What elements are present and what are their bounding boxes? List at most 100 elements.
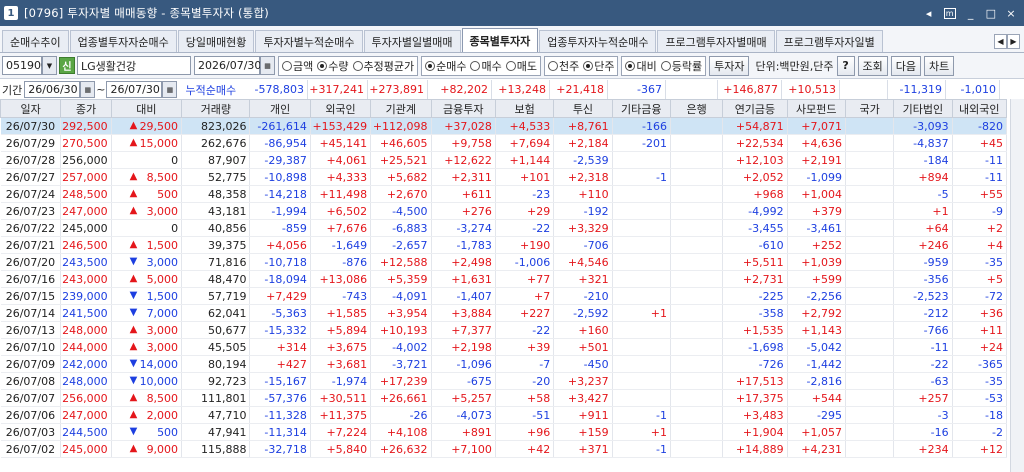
investor-value-cell: -20 [495, 372, 555, 390]
table-row[interactable]: 26/07/15239,0001,50057,719+7,429-743-4,0… [0, 287, 1008, 305]
column-header[interactable]: 연기금등 [722, 99, 788, 118]
help-button[interactable]: ? [836, 55, 855, 76]
investor-value-cell: +4,108 [370, 423, 432, 441]
tab-item[interactable]: 종목별투자자 [461, 28, 539, 52]
investor-button[interactable]: 투자자 [709, 55, 750, 76]
investor-table[interactable]: 일자 종가 대비 거래량 개인 외국인 기관계 금융투자 보험 투신 기타금융 은행 연기금등 사모펀드 국… [0, 99, 1024, 472]
column-header[interactable]: 은행 [669, 99, 724, 118]
tab-item[interactable]: 업종별투자자순매수 [69, 30, 177, 52]
radio-option[interactable]: 매도 [505, 58, 537, 74]
tab-item[interactable]: 업종투자자누적순매수 [539, 30, 657, 52]
window-number-badge[interactable]: 1 [4, 6, 18, 20]
investor-value-cell: -9 [952, 202, 1008, 220]
table-row[interactable]: 26/07/27257,0008,50052,775-10,898+4,333+… [0, 168, 1008, 186]
column-header[interactable]: 기관계 [370, 99, 432, 118]
tab-item[interactable]: 당일매매현황 [177, 30, 255, 52]
date-cell: 26/07/27 [0, 168, 62, 186]
radio-option[interactable]: 등락률 [660, 58, 702, 74]
table-row[interactable]: 26/07/22 245,000 0 40,856 -859 +7,676 -6,883 -3… [0, 219, 1008, 237]
table-row[interactable]: 26/07/23247,0003,00043,181-1,994+6,502-4… [0, 202, 1008, 220]
table-row[interactable]: 26/07/24248,50050048,358-14,218+11,498+2… [0, 185, 1008, 203]
investor-value-cell: +11,498 [310, 185, 372, 203]
column-header[interactable]: 일자 [0, 99, 62, 118]
column-header[interactable]: 거래량 [181, 99, 251, 118]
tab-scroll-right-icon[interactable]: ▶ [1007, 34, 1020, 49]
table-row[interactable]: 26/07/14241,5007,00062,041-5,363+1,585+3… [0, 304, 1008, 322]
column-header[interactable]: 종가 [60, 99, 112, 118]
radio-option[interactable]: 매수 [470, 58, 502, 74]
tab-item[interactable]: 프로그램투자자일별 [775, 30, 883, 52]
from-calendar-icon[interactable]: ▦ [80, 81, 96, 98]
column-header[interactable]: 기타금융 [611, 99, 671, 118]
investor-value-cell [670, 185, 724, 203]
table-row[interactable]: 26/07/16243,0005,00048,470-18,094+13,086… [0, 270, 1008, 288]
to-calendar-icon[interactable]: ▦ [162, 81, 178, 98]
column-header[interactable]: 투신 [553, 99, 613, 118]
radio-icon [282, 60, 292, 71]
tab-item[interactable]: 순매수추이 [2, 30, 69, 52]
cumulative-value: +82,202 [428, 80, 492, 99]
column-header[interactable]: 개인 [249, 99, 311, 118]
radio-icon [583, 60, 594, 71]
radio-option[interactable]: 대비 [625, 58, 657, 74]
investor-value-cell: -11 [952, 168, 1008, 186]
investor-value-cell: -1,994 [249, 202, 311, 220]
table-row[interactable]: 26/07/08248,00010,00092,723-15,167-1,974… [0, 372, 1008, 390]
column-header[interactable]: 대비 [110, 99, 183, 118]
memo-icon[interactable]: m [943, 7, 956, 19]
table-row[interactable]: 26/07/06247,0002,00047,710-11,328+11,375… [0, 406, 1008, 424]
maximize-button[interactable]: □ [986, 7, 996, 20]
radio-option[interactable]: 단주 [583, 58, 614, 74]
radio-option[interactable]: 수량 [317, 58, 349, 74]
investor-value-cell: -675 [431, 372, 496, 390]
table-row[interactable]: 26/07/30292,50029,500823,026-261,614+153… [0, 117, 1008, 135]
vertical-scrollbar[interactable] [1010, 99, 1024, 472]
close-button[interactable]: × [1006, 7, 1016, 20]
date-cell: 26/07/10 [0, 338, 62, 356]
date-input[interactable]: 2026/07/30 [194, 56, 261, 75]
column-header[interactable]: 보험 [494, 99, 555, 118]
stock-code-input[interactable]: 051900 [2, 56, 48, 75]
column-header[interactable]: 내외국인 [951, 99, 1008, 118]
minimize-button[interactable]: _ [966, 7, 976, 20]
back-arrow-icon[interactable]: ◂ [924, 7, 934, 20]
investor-value-cell: -358 [722, 304, 788, 322]
column-header[interactable]: 기타법인 [893, 99, 953, 118]
radio-option[interactable]: 천주 [547, 58, 579, 74]
shin-badge[interactable]: 신 [59, 57, 75, 74]
table-row[interactable]: 26/07/02245,0009,000115,888-32,718+5,840… [0, 440, 1008, 458]
radio-option[interactable]: 금액 [282, 58, 313, 74]
table-row[interactable]: 26/07/09242,00014,00080,194+427+3,681-3,… [0, 355, 1008, 373]
table-row[interactable]: 26/07/28 256,000 0 87,907 -29,387 +4,061 +25,5… [0, 151, 1008, 169]
investor-value-cell [612, 219, 671, 237]
chart-button[interactable]: 차트 [924, 55, 955, 76]
next-button[interactable]: 다음 [890, 55, 922, 76]
investor-value-cell [670, 117, 724, 135]
table-row[interactable]: 26/07/21246,5001,50039,375+4,056-1,649-2… [0, 236, 1008, 254]
period-from-input[interactable]: 26/06/30 [24, 81, 81, 98]
tab-item[interactable]: 투자자별누적순매수 [255, 30, 363, 52]
table-row[interactable]: 26/07/03244,50050047,941-11,314+7,224+4,… [0, 423, 1008, 441]
calendar-icon[interactable]: ▦ [260, 56, 275, 75]
radio-option[interactable]: 추정평균가 [352, 58, 414, 74]
investor-value-cell: +45 [952, 134, 1008, 152]
cumulative-value: -11,319 [888, 80, 946, 99]
table-row[interactable]: 26/07/20243,5003,00071,816-10,718-876+12… [0, 253, 1008, 271]
table-row[interactable]: 26/07/07256,0008,500111,801-57,376+30,51… [0, 389, 1008, 407]
radio-option[interactable]: 순매수 [425, 58, 466, 74]
column-header[interactable]: 사모펀드 [786, 99, 846, 118]
period-to-input[interactable]: 26/07/30 [106, 81, 163, 98]
table-row[interactable]: 26/07/29270,50015,000262,676-86,954+45,1… [0, 134, 1008, 152]
tab-item[interactable]: 투자자별일별매매 [363, 30, 461, 52]
tab-scroll-left-icon[interactable]: ◀ [994, 34, 1007, 49]
table-row[interactable]: 26/07/10244,0003,00045,505+314+3,675-4,0… [0, 338, 1008, 356]
column-header[interactable]: 외국인 [309, 99, 372, 118]
tab-item[interactable]: 프로그램투자자별매매 [657, 30, 775, 52]
investor-value-cell: +3,675 [310, 338, 372, 356]
table-row[interactable]: 26/07/13248,0003,00050,677-15,332+5,894+… [0, 321, 1008, 339]
column-header[interactable]: 국가 [844, 99, 895, 118]
query-button[interactable]: 조회 [857, 55, 888, 76]
cumulative-value: -578,803 [248, 80, 308, 99]
stock-search-dropdown-icon[interactable]: ▼ [42, 56, 57, 75]
column-header[interactable]: 금융투자 [430, 99, 496, 118]
